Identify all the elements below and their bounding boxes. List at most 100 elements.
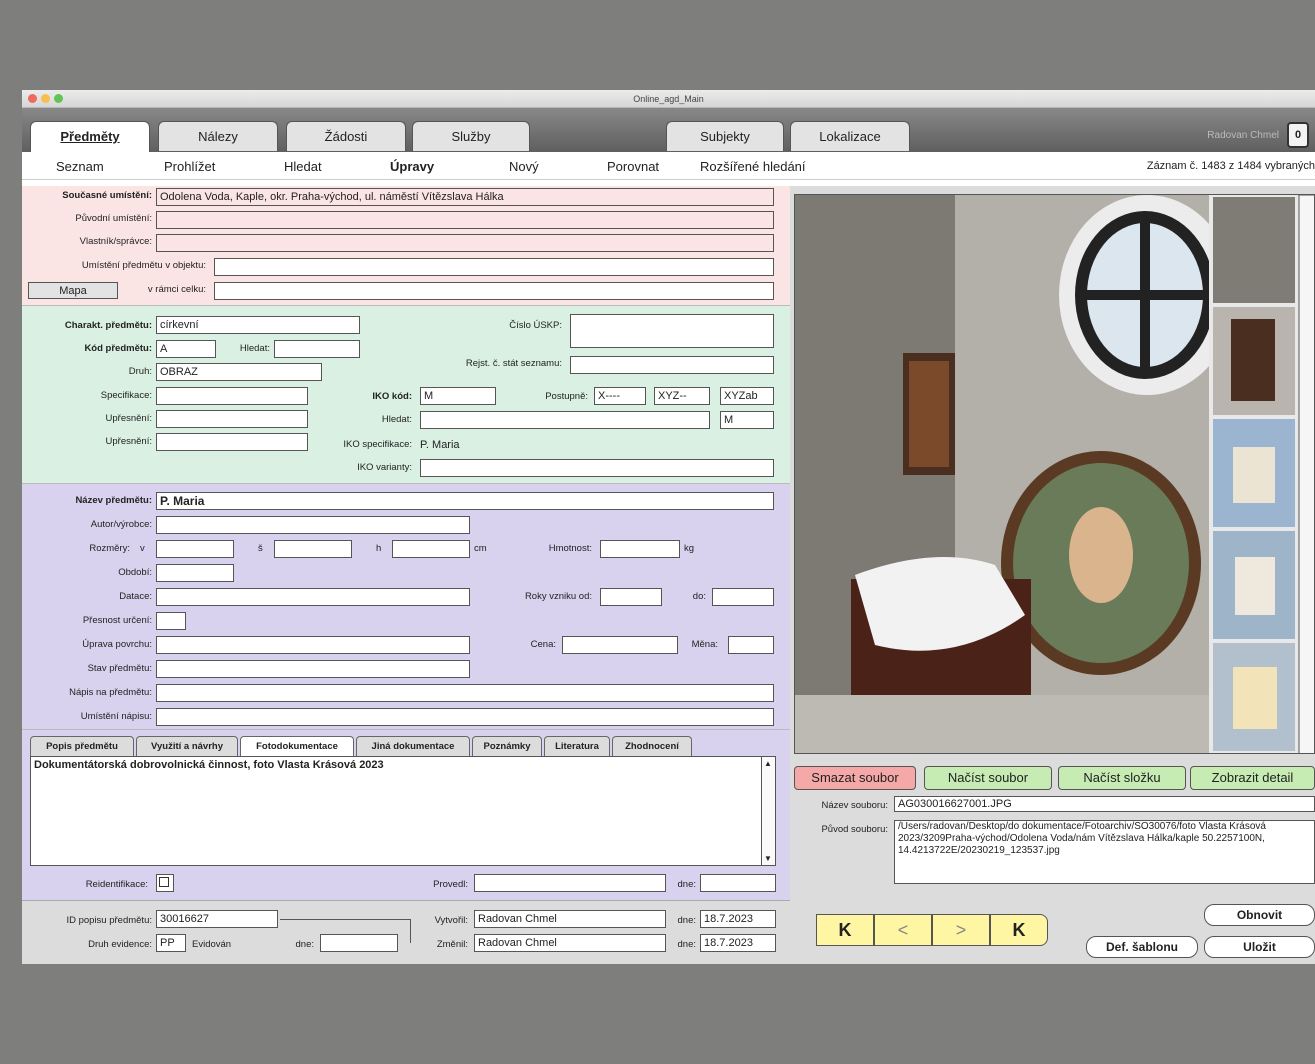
dim-h-field[interactable] [392,540,470,558]
in-object-field[interactable] [214,258,774,276]
created-field[interactable]: Radovan Chmel [474,910,666,928]
provedl-field[interactable] [474,874,666,892]
druh-field[interactable]: OBRAZ [156,363,322,381]
inscription-field[interactable] [156,684,774,702]
evidence-dne-field[interactable] [320,934,398,952]
save-button[interactable]: Uložit [1204,936,1315,958]
subtab-zhodnoceni[interactable]: Zhodnocení [612,736,692,756]
years-from-field[interactable] [600,588,662,606]
tab-lokalizace[interactable]: Lokalizace [790,121,910,151]
code-search-field[interactable] [274,340,360,358]
menu-novy[interactable]: Nový [509,159,539,174]
state-field[interactable] [156,660,470,678]
scroll-up-icon[interactable]: ▲ [764,759,772,768]
upresneni1-label: Upřesnění: [105,413,152,424]
next-record-button[interactable]: > [932,914,990,946]
iko-search-field[interactable] [420,411,710,429]
subtab-vyuziti[interactable]: Využití a návrhy [136,736,238,756]
define-template-button[interactable]: Def. šablonu [1086,936,1198,958]
dim-v-field[interactable] [156,540,234,558]
author-field[interactable] [156,516,470,534]
menu-hledat[interactable]: Hledat [284,159,322,174]
menu-rozsirene-hledani[interactable]: Rozšířené hledání [700,159,806,174]
evidence-type-field[interactable]: PP [156,934,186,952]
tab-zadosti[interactable]: Žádosti [286,121,406,151]
show-detail-button[interactable]: Zobrazit detail [1190,766,1315,790]
upresneni2-field[interactable] [156,433,308,451]
reid-checkbox[interactable] [156,874,174,892]
character-section: Charakt. předmětu: církevní Kód předmětu… [22,306,790,484]
menu-porovnat[interactable]: Porovnat [607,159,659,174]
reid-dne-field[interactable] [700,874,776,892]
subtab-literatura[interactable]: Literatura [544,736,610,756]
load-folder-button[interactable]: Načíst složku [1058,766,1186,790]
connector-line [410,919,411,943]
iko-var-field[interactable] [420,459,774,477]
refresh-button[interactable]: Obnovit [1204,904,1315,926]
period-field[interactable] [156,564,234,582]
subtab-jina-dokumentace[interactable]: Jiná dokumentace [356,736,470,756]
iko-field[interactable]: M [420,387,496,405]
tab-subjekty[interactable]: Subjekty [666,121,784,151]
uskp-field[interactable] [570,314,774,348]
first-record-button[interactable]: K [816,914,874,946]
charakt-field[interactable]: církevní [156,316,360,334]
main-tabbar: Předměty Nálezy Žádosti Služby Subjekty … [22,108,1315,152]
dim-s-field[interactable] [274,540,352,558]
currency-label: Měna: [691,639,718,650]
scroll-down-icon[interactable]: ▼ [764,854,772,863]
last-record-button[interactable]: K [990,914,1048,946]
iko-m-field[interactable]: M [720,411,774,429]
years-label: Roky vzniku od: [524,591,592,602]
created-label: Vytvořil: [434,915,468,926]
subtab-fotodokumentace[interactable]: Fotodokumentace [240,736,354,756]
notes-textarea[interactable]: Dokumentátorská dobrovolnická činnost, f… [30,756,776,866]
current-location-field[interactable]: Odolena Voda, Kaple, okr. Praha-východ, … [156,188,774,206]
prev-record-button[interactable]: < [874,914,932,946]
subtab-popis[interactable]: Popis předmětu [30,736,134,756]
code-search-label: Hledat: [239,343,270,354]
created-date-field[interactable]: 18.7.2023 [700,910,776,928]
dating-field[interactable] [156,588,470,606]
rejst-field[interactable] [570,356,774,374]
menu-seznam[interactable]: Seznam [56,159,104,174]
postupne-2[interactable]: XYZ-- [654,387,710,405]
load-file-button[interactable]: Načíst soubor [924,766,1052,790]
changed-field[interactable]: Radovan Chmel [474,934,666,952]
spec-field[interactable] [156,387,308,405]
original-location-field[interactable] [156,211,774,229]
notes-scrollbar[interactable]: ▲ ▼ [761,757,775,865]
minimize-dot[interactable] [41,94,50,103]
connector-line [280,919,410,920]
owner-field[interactable] [156,234,774,252]
delete-file-button[interactable]: Smazat soubor [794,766,916,790]
surface-field[interactable] [156,636,470,654]
accuracy-field[interactable] [156,612,186,630]
menu-upravy[interactable]: Úpravy [390,159,434,174]
close-dot[interactable] [28,94,37,103]
lock-icon[interactable]: 0 [1287,122,1309,148]
subtab-poznamky[interactable]: Poznámky [472,736,542,756]
upresneni1-field[interactable] [156,410,308,428]
changed-date-field[interactable]: 18.7.2023 [700,934,776,952]
in-whole-field[interactable] [214,282,774,300]
name-field[interactable]: P. Maria [156,492,774,510]
postupne-3[interactable]: XYZab [720,387,774,405]
weight-field[interactable] [600,540,680,558]
code-field[interactable]: A [156,340,216,358]
tab-nalezy[interactable]: Nálezy [158,121,278,151]
map-button[interactable]: Mapa [28,282,118,299]
menu-prohlizet[interactable]: Prohlížet [164,159,215,174]
currency-field[interactable] [728,636,774,654]
file-origin-field[interactable]: /Users/radovan/Desktop/do dokumentace/Fo… [894,820,1315,884]
photo-viewer[interactable] [794,194,1315,754]
years-to-field[interactable] [712,588,774,606]
price-field[interactable] [562,636,678,654]
tab-predmety[interactable]: Předměty [30,121,150,152]
tab-sluzby[interactable]: Služby [412,121,530,151]
id-field[interactable]: 30016627 [156,910,278,928]
zoom-dot[interactable] [54,94,63,103]
file-name-field[interactable]: AG030016627001.JPG [894,796,1315,812]
inscription-location-field[interactable] [156,708,774,726]
postupne-1[interactable]: X---- [594,387,646,405]
